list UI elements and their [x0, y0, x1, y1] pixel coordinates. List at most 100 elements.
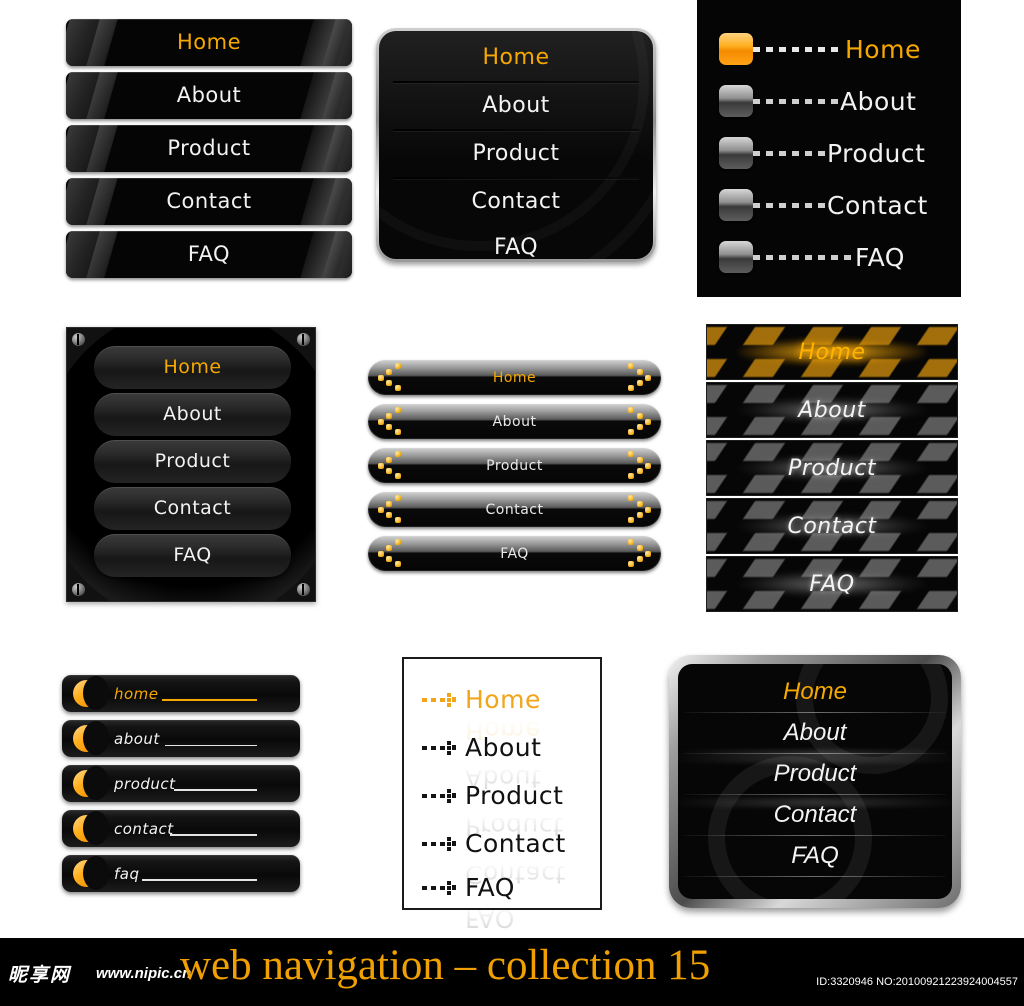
menu9-item-contact[interactable]: Contact — [678, 795, 952, 835]
dashed-arrow-icon — [422, 789, 458, 803]
menu4-item-product[interactable]: Product — [94, 440, 291, 483]
menu5-item-home[interactable]: Home — [368, 360, 661, 395]
menu1-label-home: Home — [176, 30, 241, 54]
menu4-label-home: Home — [163, 356, 222, 378]
menu8-item-faq[interactable]: FAQ — [422, 873, 515, 903]
menu5-item-about[interactable]: About — [368, 404, 661, 439]
menu1-label-about: About — [176, 83, 242, 107]
white-arrow-menu: Home Home About About Product Product Co… — [402, 657, 602, 933]
underline-rule — [142, 879, 257, 881]
dashed-line-icon — [753, 202, 825, 208]
menu5-label-product: Product — [486, 458, 543, 474]
striped-glow-menu: Home About Product Contact FAQ — [706, 324, 958, 612]
dashed-arrow-icon — [422, 837, 458, 851]
menu6-item-contact[interactable]: Contact — [706, 498, 958, 554]
site-url[interactable]: www.nipic.cn — [96, 965, 191, 982]
menu3-label-about: About — [840, 86, 917, 116]
menu5-label-faq: FAQ — [500, 546, 529, 562]
underline-rule — [170, 834, 257, 836]
menu6-label-about: About — [798, 398, 866, 423]
crescent-underline-menu: home about product contact faq — [62, 675, 300, 897]
menu8-item-contact[interactable]: Contact — [422, 829, 566, 859]
corner-ornament-icon — [72, 583, 85, 596]
menu8-item-home[interactable]: Home — [422, 685, 541, 715]
menu7-item-product[interactable]: product — [62, 765, 300, 802]
menu6-item-faq[interactable]: FAQ — [706, 556, 958, 612]
crescent-icon — [73, 676, 109, 710]
menu8-label-contact: Contact — [465, 829, 566, 858]
menu7-item-faq[interactable]: faq — [62, 855, 300, 892]
menu1-item-about[interactable]: About — [66, 72, 352, 119]
menu8-item-product[interactable]: Product — [422, 781, 563, 811]
menu4-item-home[interactable]: Home — [94, 346, 291, 389]
menu7-label-contact: contact — [114, 820, 174, 838]
corner-ornament-icon — [297, 583, 310, 596]
menu4-item-contact[interactable]: Contact — [94, 487, 291, 530]
menu7-label-faq: faq — [114, 865, 140, 883]
menu3-item-faq[interactable]: FAQ — [719, 240, 905, 274]
menu1-item-home[interactable]: Home — [66, 19, 352, 66]
menu4-item-about[interactable]: About — [94, 393, 291, 436]
menu6-item-product[interactable]: Product — [706, 440, 958, 496]
site-logo-cn: 昵享网 — [8, 964, 72, 986]
menu1-label-contact: Contact — [166, 189, 252, 213]
menu3-label-contact: Contact — [827, 190, 928, 220]
menu7-item-about[interactable]: about — [62, 720, 300, 757]
chip-square-icon — [719, 85, 753, 117]
chip-square-icon — [719, 189, 753, 221]
dashed-line-icon — [753, 254, 853, 260]
menu7-item-home[interactable]: home — [62, 675, 300, 712]
dashed-arrow-icon — [422, 881, 458, 895]
menu3-label-product: Product — [827, 138, 926, 168]
menu9-item-faq[interactable]: FAQ — [678, 836, 952, 876]
menu4-label-faq: FAQ — [173, 544, 212, 566]
menu2-item-product[interactable]: Product — [379, 131, 653, 177]
menu2-item-about[interactable]: About — [379, 83, 653, 129]
menu2-item-home[interactable]: Home — [379, 35, 653, 81]
menu8-item-about[interactable]: About — [422, 733, 541, 763]
underline-rule — [174, 789, 257, 791]
crescent-icon — [73, 766, 109, 800]
corner-ornament-icon — [72, 333, 85, 346]
menu3-item-contact[interactable]: Contact — [719, 188, 928, 222]
chip-square-icon — [719, 33, 753, 65]
crescent-icon — [73, 856, 109, 890]
menu6-item-home[interactable]: Home — [706, 324, 958, 380]
footer-bar: 昵享网 www.nipic.cn web navigation – collec… — [0, 938, 1024, 1006]
menu8-label-about: About — [465, 733, 542, 762]
menu9-item-about[interactable]: About — [678, 713, 952, 753]
asset-id-text: ID:3320946 NO:20100921223924004557 — [816, 976, 1018, 988]
dashed-arrow-icon — [422, 741, 458, 755]
menu5-item-faq[interactable]: FAQ — [368, 536, 661, 571]
menu8-label-product: Product — [465, 781, 564, 810]
menu3-item-home[interactable]: Home — [719, 32, 921, 66]
crescent-icon — [73, 721, 109, 755]
menu4-label-contact: Contact — [153, 497, 232, 519]
menu7-item-contact[interactable]: contact — [62, 810, 300, 847]
dashed-arrow-icon — [422, 693, 458, 707]
poster-title: web navigation – collection 15 — [180, 942, 711, 989]
chevron-dots-menu: Home About Product Contact FAQ — [368, 360, 661, 575]
menu5-label-contact: Contact — [485, 502, 544, 518]
menu2-item-contact[interactable]: Contact — [379, 179, 653, 225]
menu2-item-faq[interactable]: FAQ — [379, 225, 653, 259]
panel-body: Home About Product Contact FAQ — [678, 664, 952, 899]
menu1-label-faq: FAQ — [187, 242, 231, 266]
menu4-label-about: About — [163, 403, 222, 425]
menu8-label-faq: FAQ — [465, 873, 515, 902]
dashed-chip-menu: Home About Product Contact FAQ — [697, 0, 961, 297]
menu3-item-product[interactable]: Product — [719, 136, 925, 170]
menu9-item-home[interactable]: Home — [678, 672, 952, 712]
menu8-label-home: Home — [465, 685, 541, 714]
menu1-item-product[interactable]: Product — [66, 125, 352, 172]
menu1-item-contact[interactable]: Contact — [66, 178, 352, 225]
menu3-item-about[interactable]: About — [719, 84, 916, 118]
menu9-item-product[interactable]: Product — [678, 754, 952, 794]
menu5-item-product[interactable]: Product — [368, 448, 661, 483]
menu4-item-faq[interactable]: FAQ — [94, 534, 291, 577]
poster-canvas: Home About Product Contact FAQ Home Abou… — [0, 0, 1024, 1006]
menu5-item-contact[interactable]: Contact — [368, 492, 661, 527]
menu7-label-home: home — [114, 685, 159, 703]
menu6-item-about[interactable]: About — [706, 382, 958, 438]
menu1-item-faq[interactable]: FAQ — [66, 231, 352, 278]
